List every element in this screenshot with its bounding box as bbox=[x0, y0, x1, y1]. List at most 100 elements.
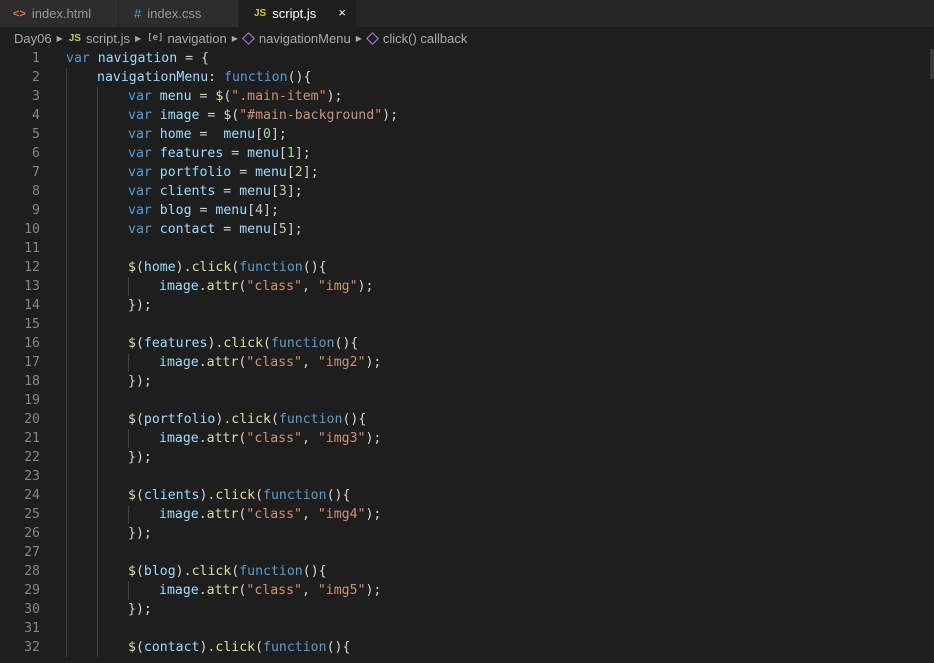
code-line[interactable]: 17 image.attr("class", "img2"); bbox=[0, 353, 934, 372]
indent-guide bbox=[66, 467, 67, 486]
code-line[interactable]: 5 var home = menu[0]; bbox=[0, 125, 934, 144]
code-token: image bbox=[159, 355, 199, 370]
code-line[interactable]: 23 bbox=[0, 467, 934, 486]
code-line[interactable]: 6 var features = menu[1]; bbox=[0, 144, 934, 163]
code-token: function bbox=[278, 412, 343, 427]
indent-guide bbox=[66, 296, 67, 315]
code-line[interactable]: 20 $(portfolio).click(function(){ bbox=[0, 410, 934, 429]
line-number: 13 bbox=[24, 279, 40, 294]
breadcrumb-folder[interactable]: Day06 bbox=[14, 31, 52, 46]
tab-index-html[interactable]: <> index.html bbox=[0, 0, 119, 27]
indent-guide bbox=[97, 486, 98, 505]
code-line[interactable]: 4 var image = $("#main-background"); bbox=[0, 106, 934, 125]
code-token: = bbox=[191, 127, 224, 142]
code-token: }); bbox=[128, 526, 152, 541]
code-token: var bbox=[128, 89, 152, 104]
code-line[interactable]: 28 $(blog).click(function(){ bbox=[0, 562, 934, 581]
code-token: }); bbox=[128, 602, 152, 617]
code-token: $ bbox=[128, 640, 136, 655]
indent-guide bbox=[97, 296, 98, 315]
code-line[interactable]: 24 $(clients).click(function(){ bbox=[0, 486, 934, 505]
code-line[interactable]: 7 var portfolio = menu[2]; bbox=[0, 163, 934, 182]
breadcrumb-method[interactable]: navigationMenu bbox=[242, 31, 351, 46]
line-number: 15 bbox=[24, 317, 40, 332]
code-line[interactable]: 9 var blog = menu[4]; bbox=[0, 201, 934, 220]
code-text: var features = menu[1]; bbox=[128, 144, 311, 163]
code-token: click bbox=[231, 412, 271, 427]
code-token: "img3" bbox=[317, 431, 366, 446]
indent-guide bbox=[66, 353, 67, 372]
close-icon[interactable]: × bbox=[338, 5, 346, 20]
code-token: = bbox=[199, 108, 224, 123]
code-line[interactable]: 11 bbox=[0, 239, 934, 258]
code-token: ( bbox=[255, 640, 264, 655]
code-text: var contact = menu[5]; bbox=[128, 220, 303, 239]
code-line[interactable]: 27 bbox=[0, 543, 934, 562]
code-token: "class" bbox=[246, 583, 302, 598]
code-line[interactable]: 29 image.attr("class", "img5"); bbox=[0, 581, 934, 600]
code-line[interactable]: 32 $(contact).click(function(){ bbox=[0, 638, 934, 657]
code-line[interactable]: 31 bbox=[0, 619, 934, 638]
code-line[interactable]: 19 bbox=[0, 391, 934, 410]
code-token: $ bbox=[128, 336, 136, 351]
line-number: 22 bbox=[24, 450, 40, 465]
code-token: ( bbox=[135, 260, 144, 275]
line-number: 23 bbox=[24, 469, 40, 484]
code-token: image bbox=[159, 279, 199, 294]
code-token: ]; bbox=[263, 203, 279, 218]
code-token: 2 bbox=[294, 165, 303, 180]
code-token: attr bbox=[206, 583, 239, 598]
breadcrumb-file[interactable]: JS script.js bbox=[69, 31, 130, 46]
indent-guide bbox=[97, 220, 98, 239]
indent-guide bbox=[97, 562, 98, 581]
code-line[interactable]: 25 image.attr("class", "img4"); bbox=[0, 505, 934, 524]
code-line[interactable]: 1 var navigation = { bbox=[0, 49, 934, 68]
scrollbar[interactable] bbox=[930, 49, 934, 79]
code-text: image.attr("class", "img5"); bbox=[159, 581, 381, 600]
code-token: , bbox=[301, 431, 318, 446]
code-token: var bbox=[128, 203, 152, 218]
line-number: 19 bbox=[24, 393, 40, 408]
code-line[interactable]: 16 $(features).click(function(){ bbox=[0, 334, 934, 353]
tab-script-js[interactable]: JS script.js × bbox=[239, 0, 357, 27]
code-line[interactable]: 8 var clients = menu[3]; bbox=[0, 182, 934, 201]
code-line[interactable]: 21 image.attr("class", "img3"); bbox=[0, 429, 934, 448]
code-token: menu bbox=[239, 184, 271, 199]
code-line[interactable]: 26}); bbox=[0, 524, 934, 543]
code-token: ); bbox=[365, 507, 382, 522]
code-token: ). bbox=[175, 260, 192, 275]
code-line[interactable]: 15 bbox=[0, 315, 934, 334]
code-line[interactable]: 18}); bbox=[0, 372, 934, 391]
indent-guide bbox=[66, 334, 67, 353]
code-line[interactable]: 13 image.attr("class", "img"); bbox=[0, 277, 934, 296]
code-line[interactable]: 30}); bbox=[0, 600, 934, 619]
indent-guide bbox=[97, 201, 98, 220]
line-number: 10 bbox=[24, 222, 40, 237]
code-token: . bbox=[198, 507, 207, 522]
code-token: = { bbox=[177, 51, 209, 66]
indent-guide bbox=[97, 125, 98, 144]
code-line[interactable]: 22}); bbox=[0, 448, 934, 467]
code-token: image bbox=[159, 431, 199, 446]
breadcrumb-callback[interactable]: click() callback bbox=[365, 31, 467, 46]
code-text: $(portfolio).click(function(){ bbox=[128, 410, 366, 429]
code-line[interactable]: 10 var contact = menu[5]; bbox=[0, 220, 934, 239]
code-line[interactable]: 2 navigationMenu: function(){ bbox=[0, 68, 934, 87]
code-line[interactable]: 3 var menu = $(".main-item"); bbox=[0, 87, 934, 106]
code-line[interactable]: 14}); bbox=[0, 296, 934, 315]
tab-index-css[interactable]: # index.css bbox=[119, 0, 239, 27]
code-line[interactable]: 12 $(home).click(function(){ bbox=[0, 258, 934, 277]
indent-guide bbox=[97, 353, 98, 372]
code-token: ( bbox=[255, 488, 264, 503]
code-editor[interactable]: 1 var navigation = {2 navigationMenu: func… bbox=[0, 49, 934, 663]
breadcrumb-variable[interactable]: [e] navigation bbox=[147, 31, 227, 46]
indent-guide bbox=[66, 486, 67, 505]
line-number: 1 bbox=[32, 51, 40, 66]
code-text: var navigation = { bbox=[66, 49, 209, 68]
code-token: }); bbox=[128, 298, 152, 313]
code-token: ( bbox=[135, 488, 144, 503]
code-token: menu bbox=[159, 89, 192, 104]
